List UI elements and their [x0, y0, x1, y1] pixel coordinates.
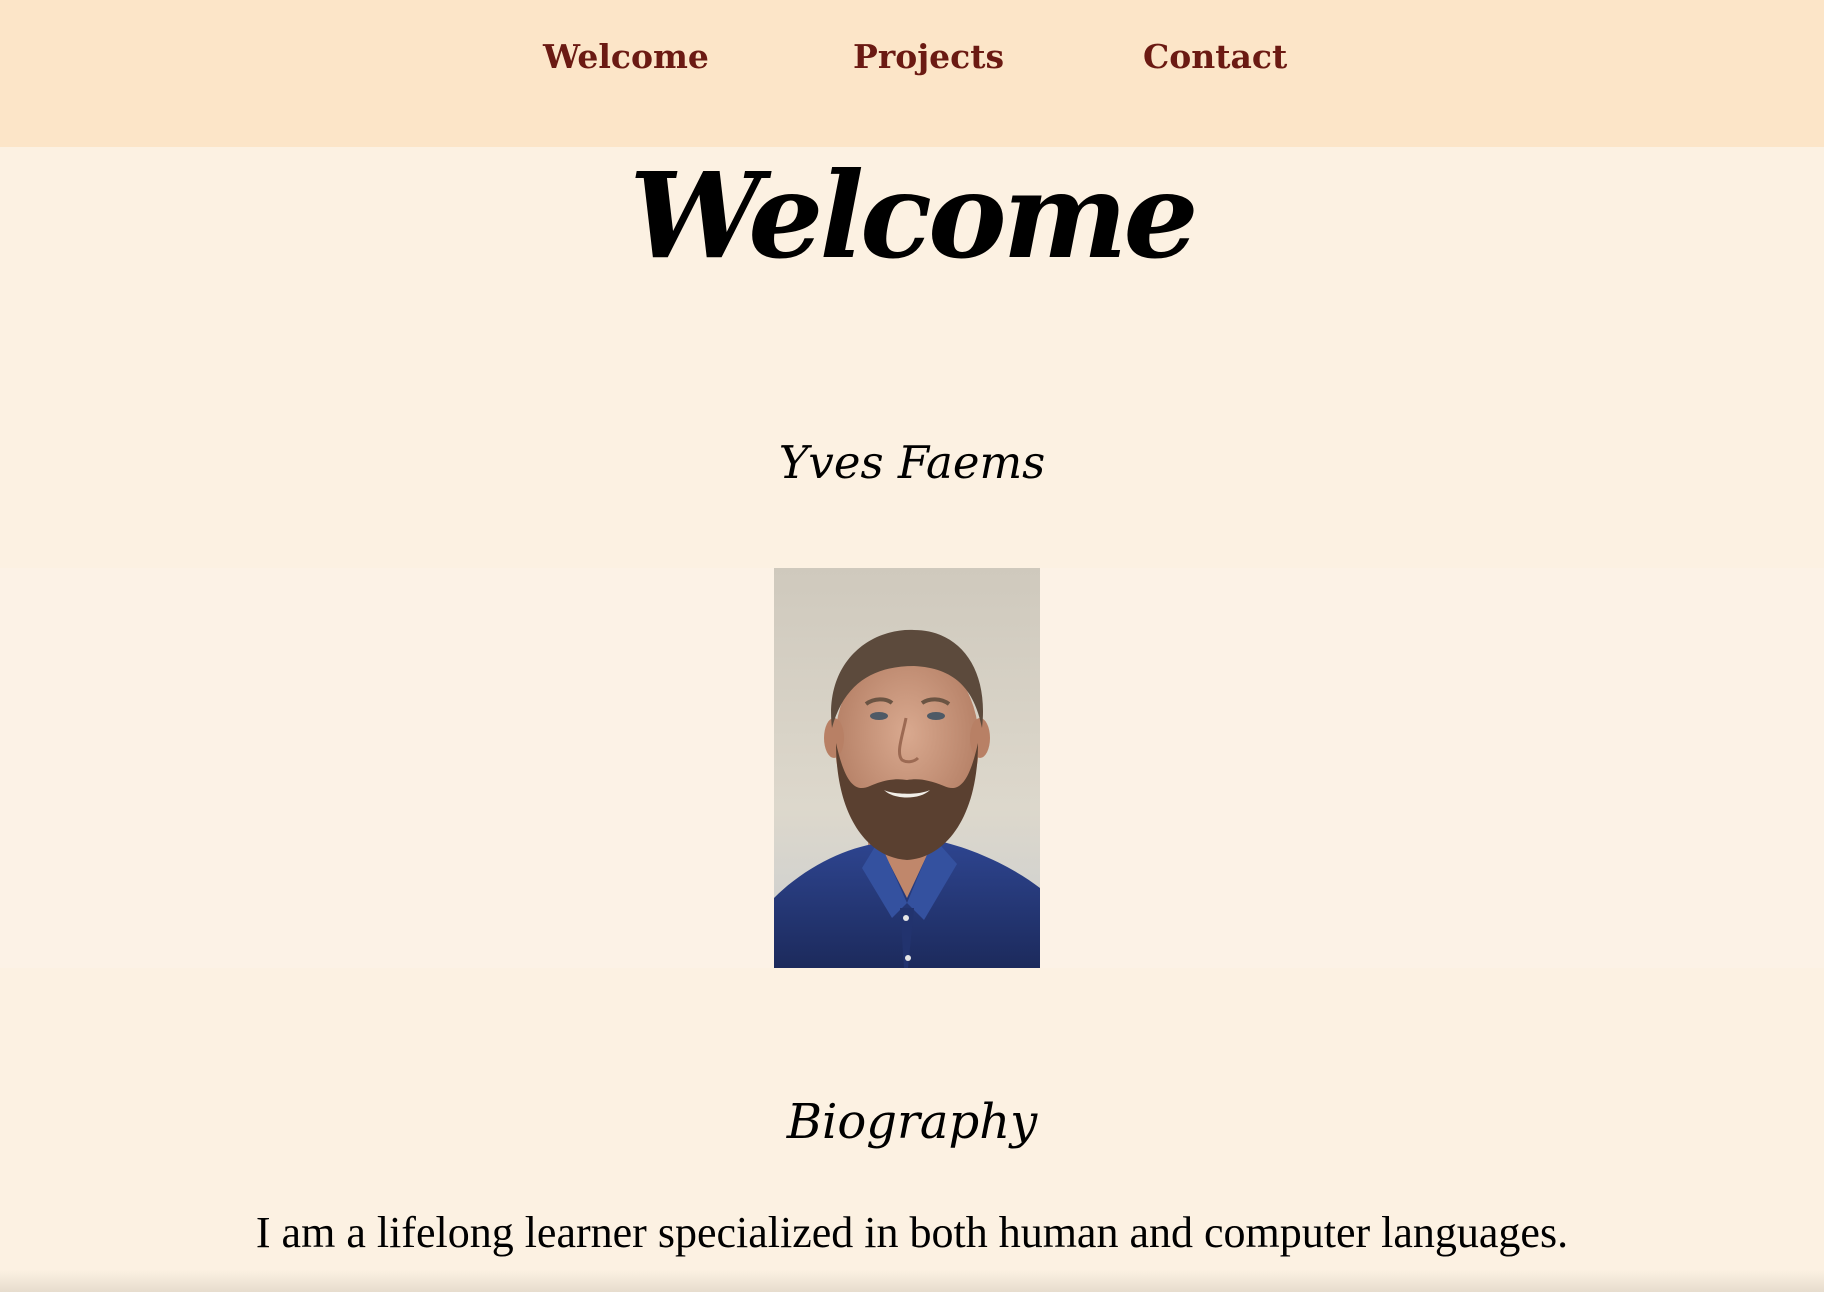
biography-heading: Biography: [786, 1094, 1038, 1150]
biography-text: I am a lifelong learner specialized in b…: [255, 1208, 1569, 1257]
top-navigation: Welcome Projects Contact: [0, 0, 1824, 147]
nav-link-contact[interactable]: Contact: [1143, 37, 1287, 76]
page-title: Welcome: [629, 146, 1198, 285]
nav-link-welcome[interactable]: Welcome: [543, 37, 709, 76]
profile-photo: [774, 568, 1040, 968]
bottom-shadow: [0, 1270, 1824, 1292]
nav-link-projects[interactable]: Projects: [853, 37, 1004, 76]
person-name: Yves Faems: [778, 436, 1046, 489]
